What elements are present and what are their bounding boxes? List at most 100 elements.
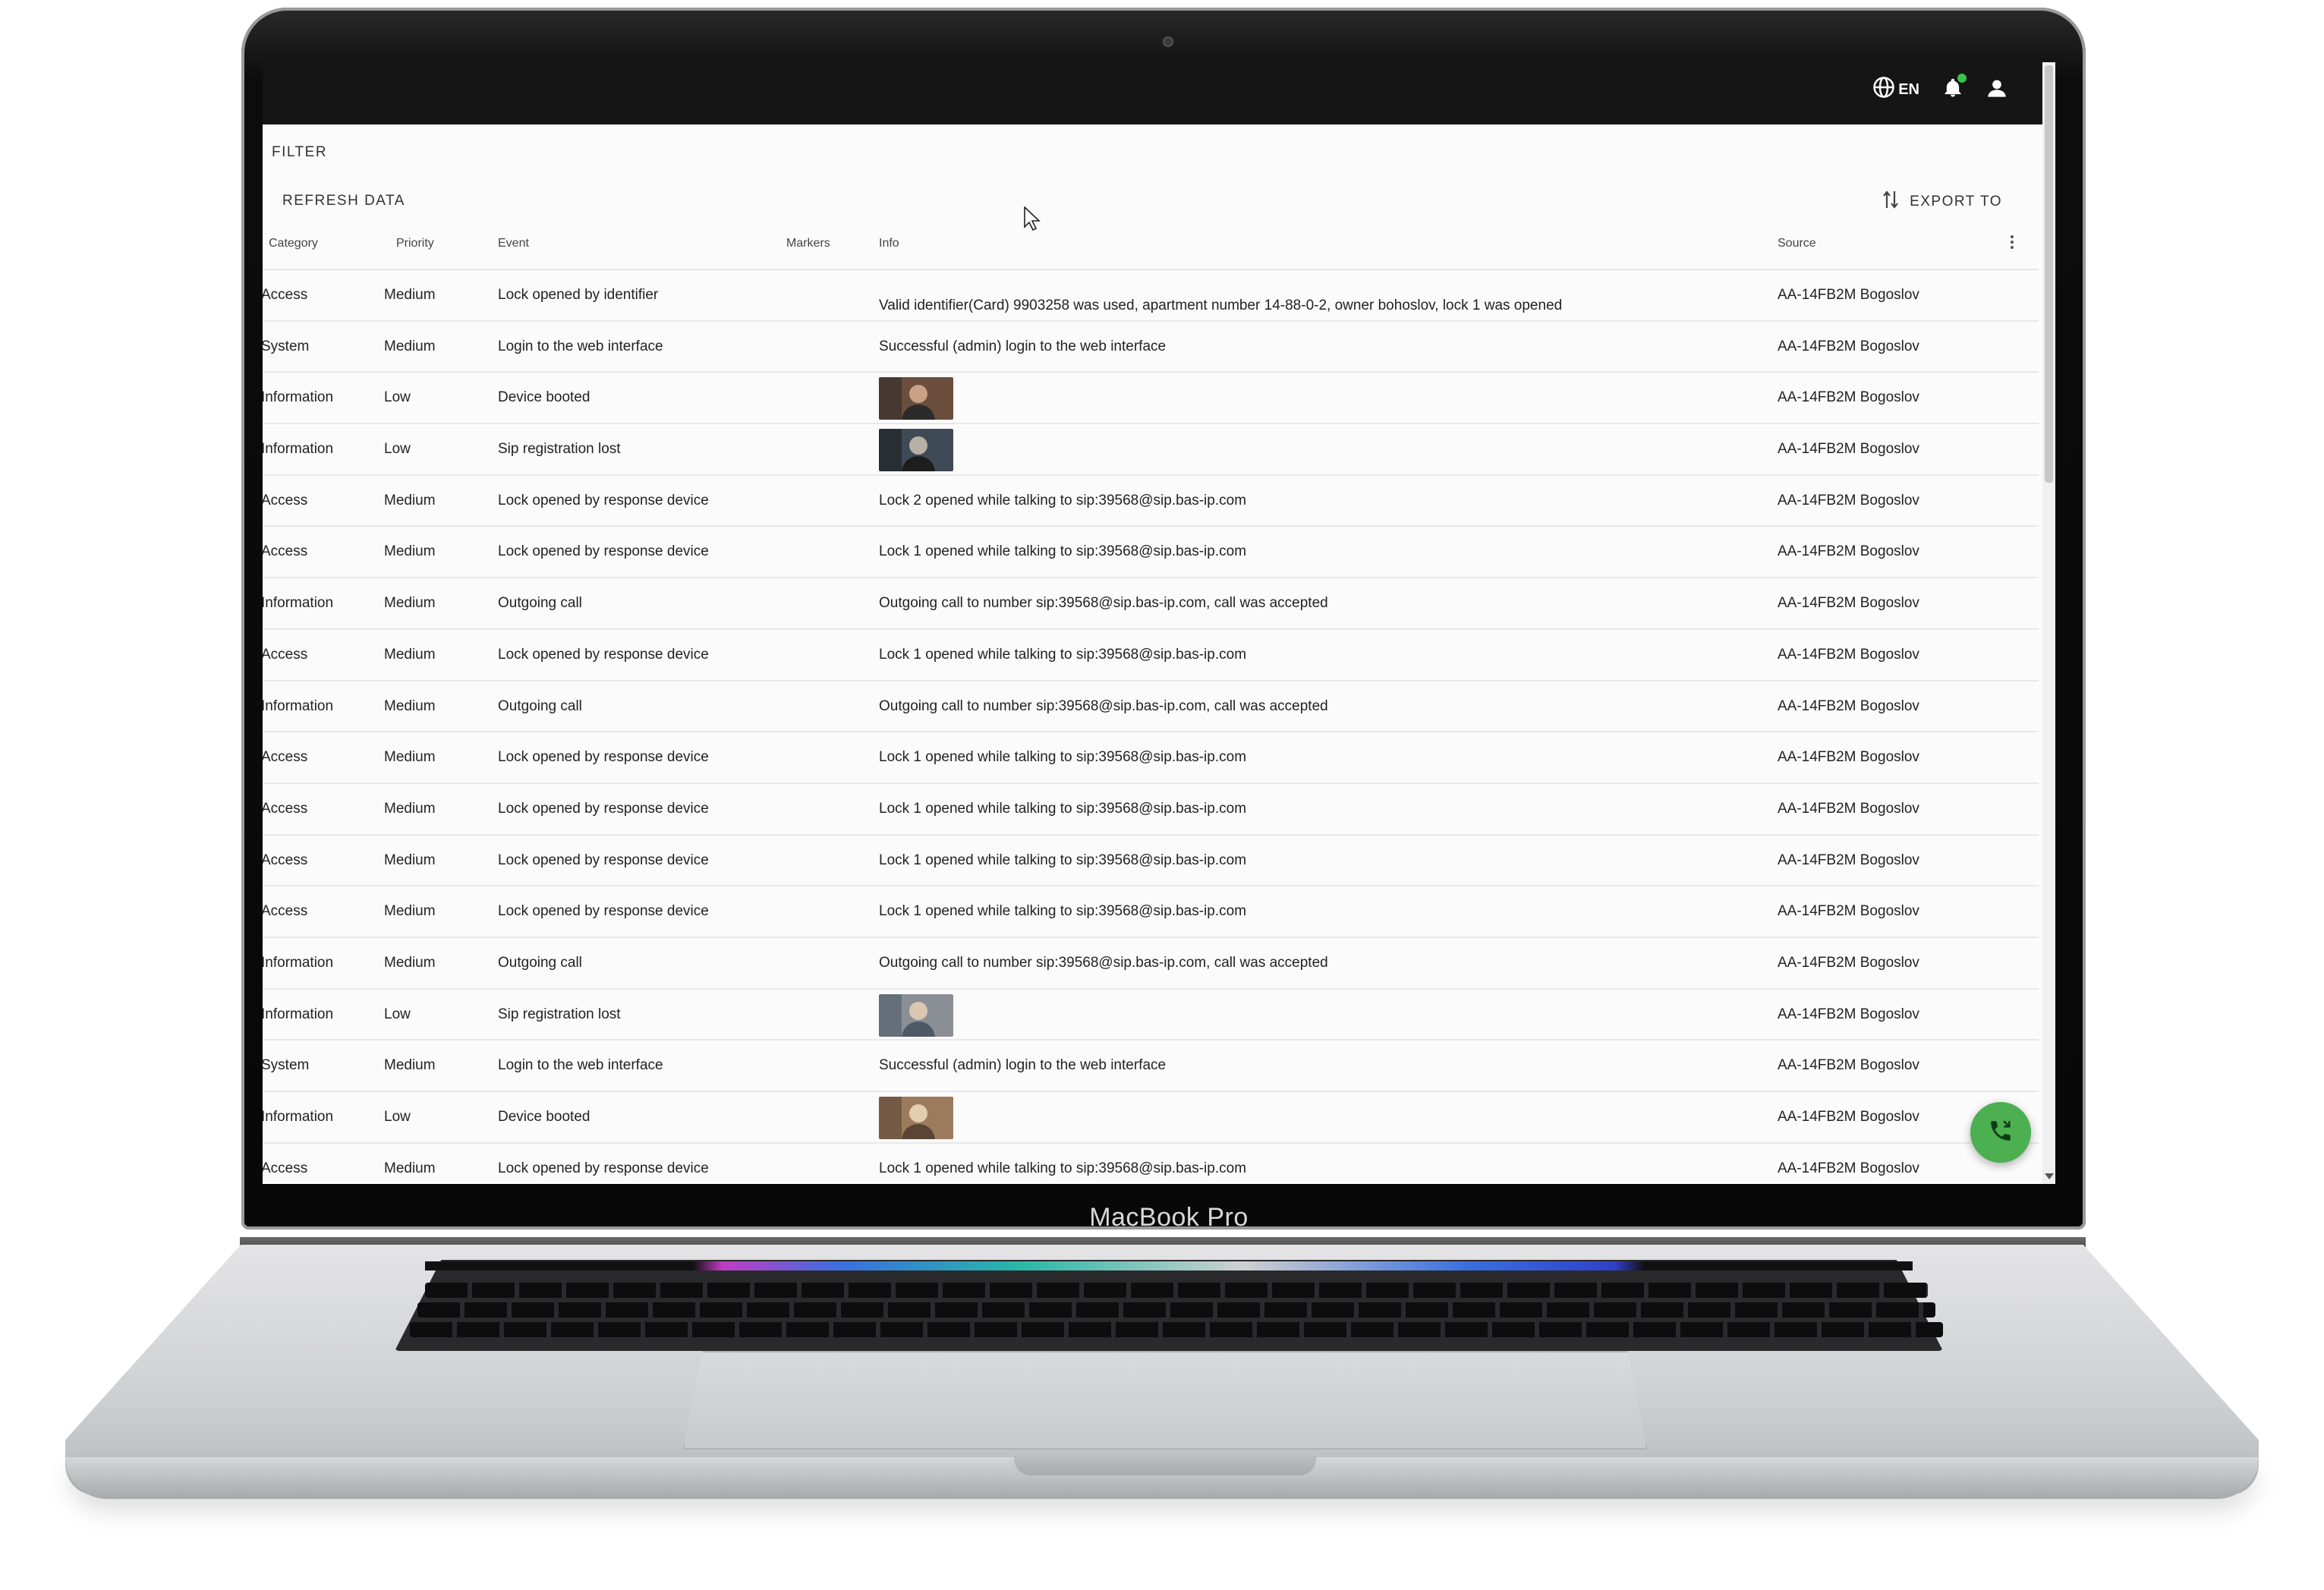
column-header-priority[interactable]: Priority	[396, 237, 434, 250]
cell-source: AA-14FB2M Bogoslov	[1778, 1109, 1919, 1125]
cell-source: AA-14FB2M Bogoslov	[1778, 595, 1919, 612]
webcam	[1163, 36, 1173, 47]
column-header-category[interactable]: Category	[269, 237, 318, 250]
cell-priority: Medium	[384, 697, 436, 714]
scroll-down-arrow-icon[interactable]	[2045, 1173, 2054, 1179]
cell-source: AA-14FB2M Bogoslov	[1778, 697, 1919, 714]
column-header-event[interactable]: Event	[498, 237, 529, 250]
cell-info: Lock 1 opened while talking to sip:39568…	[879, 852, 1247, 868]
table-row[interactable]: Information Low Sip registration lost AA-14…	[263, 424, 2039, 476]
export-label: EXPORT TO	[1910, 194, 2002, 209]
cell-info: Lock 1 opened while talking to sip:39568…	[879, 800, 1247, 817]
snapshot-thumbnail[interactable]	[879, 429, 953, 472]
table-row[interactable]: System Medium Login to the web interface Su…	[263, 1041, 2039, 1092]
cell-category: Access	[263, 1160, 308, 1176]
cell-event: Outgoing call	[498, 954, 582, 971]
cell-source: AA-14FB2M Bogoslov	[1778, 1006, 1919, 1022]
table-body: Access Medium Lock opened by identifier Val…	[263, 270, 2039, 1184]
table-row[interactable]: Access Medium Lock opened by response devi…	[263, 732, 2039, 784]
table-row[interactable]: Access Medium Lock opened by identifier Val…	[263, 270, 2039, 322]
cell-source: AA-14FB2M Bogoslov	[1778, 389, 1919, 406]
cell-source: AA-14FB2M Bogoslov	[1778, 954, 1919, 971]
table-row[interactable]: Information Low Sip registration lost AA-14…	[263, 990, 2039, 1041]
cell-priority: Medium	[384, 1160, 436, 1176]
table-row[interactable]: Information Medium Outgoing call Outgoing c…	[263, 938, 2039, 990]
phone-call-icon	[1988, 1118, 2014, 1148]
table-row[interactable]: Access Medium Lock opened by response devi…	[263, 527, 2039, 579]
cell-priority: Medium	[384, 749, 436, 766]
more-vert-icon[interactable]	[2011, 235, 2014, 249]
table-row[interactable]: Access Medium Lock opened by response devi…	[263, 1144, 2039, 1184]
key-row	[410, 1322, 1943, 1337]
cell-event: Lock opened by response device	[498, 903, 709, 920]
cell-info: Lock 1 opened while talking to sip:39568…	[879, 543, 1247, 560]
cell-event: Lock opened by response device	[498, 749, 709, 766]
cell-category: Information	[263, 441, 334, 458]
cell-category: Information	[263, 389, 334, 406]
cell-priority: Medium	[384, 646, 436, 663]
cell-event: Login to the web interface	[498, 338, 663, 354]
cell-category: Access	[263, 287, 308, 303]
table-row[interactable]: Access Medium Lock opened by response devi…	[263, 836, 2039, 887]
refresh-data-button[interactable]: REFRESH DATA	[282, 193, 405, 209]
cell-category: Access	[263, 492, 308, 508]
cell-source: AA-14FB2M Bogoslov	[1778, 1057, 1919, 1074]
cell-event: Sip registration lost	[498, 1006, 621, 1022]
vertical-scrollbar[interactable]	[2042, 62, 2055, 1184]
cell-source: AA-14FB2M Bogoslov	[1778, 287, 1919, 303]
cell-category: Access	[263, 800, 308, 817]
cell-priority: Medium	[384, 1057, 436, 1074]
table-row[interactable]: Information Medium Outgoing call Outgoing c…	[263, 682, 2039, 733]
table-row[interactable]: Information Low Device booted AA-14FB2M Bog…	[263, 373, 2039, 425]
table-row[interactable]: Access Medium Lock opened by response devi…	[263, 630, 2039, 682]
snapshot-thumbnail[interactable]	[879, 1097, 953, 1139]
cell-category: Access	[263, 543, 308, 560]
cell-event: Lock opened by response device	[498, 492, 709, 508]
table-row[interactable]: Information Low Device booted AA-14FB2M Bog…	[263, 1092, 2039, 1144]
table-row[interactable]: Access Medium Lock opened by response devi…	[263, 476, 2039, 527]
key-row	[417, 1302, 1935, 1318]
cell-priority: Medium	[384, 492, 436, 508]
language-selector[interactable]: EN	[1872, 76, 1919, 103]
cell-event: Login to the web interface	[498, 1057, 663, 1074]
lid-notch	[1014, 1456, 1316, 1475]
snapshot-thumbnail[interactable]	[879, 993, 953, 1037]
table-row[interactable]: Access Medium Lock opened by response devi…	[263, 886, 2039, 938]
cell-source: AA-14FB2M Bogoslov	[1778, 800, 1919, 817]
cell-info: Valid identifier(Card) 9903258 was used,…	[879, 298, 1563, 313]
column-header-info[interactable]: Info	[879, 237, 899, 250]
cell-info: Outgoing call to number sip:39568@sip.ba…	[879, 595, 1328, 612]
column-header-markers[interactable]: Markers	[786, 237, 830, 250]
cell-info: Lock 1 opened while talking to sip:39568…	[879, 1160, 1247, 1176]
column-header-source[interactable]: Source	[1778, 237, 1816, 250]
cell-priority: Medium	[384, 338, 436, 354]
cell-source: AA-14FB2M Bogoslov	[1778, 749, 1919, 766]
cell-priority: Low	[384, 1006, 411, 1022]
cell-source: AA-14FB2M Bogoslov	[1778, 441, 1919, 458]
cell-category: Information	[263, 954, 334, 971]
call-button[interactable]	[1970, 1102, 2031, 1163]
cell-info: Successful (admin) login to the web inte…	[879, 338, 1167, 354]
table-row[interactable]: Information Medium Outgoing call Outgoing c…	[263, 578, 2039, 630]
cell-priority: Medium	[384, 287, 436, 303]
cell-priority: Medium	[384, 595, 436, 612]
notification-badge	[1957, 73, 1967, 83]
cell-event: Lock opened by response device	[498, 852, 709, 868]
export-button[interactable]: EXPORT TO	[1882, 190, 2002, 214]
scrollbar-thumb[interactable]	[2045, 65, 2053, 483]
cell-category: Access	[263, 903, 308, 920]
events-table: Category Priority Event Markers Info Sou…	[263, 222, 2039, 1184]
snapshot-thumbnail[interactable]	[879, 377, 953, 420]
cell-event: Lock opened by identifier	[498, 287, 659, 303]
cell-source: AA-14FB2M Bogoslov	[1778, 903, 1919, 920]
table-row[interactable]: Access Medium Lock opened by response devi…	[263, 784, 2039, 836]
cell-category: Information	[263, 1006, 334, 1022]
table-row[interactable]: System Medium Login to the web interface Su…	[263, 322, 2039, 373]
cell-priority: Low	[384, 1109, 411, 1125]
filter-button[interactable]: FILTER	[272, 144, 327, 161]
cell-category: System	[263, 338, 310, 354]
cell-event: Lock opened by response device	[498, 543, 709, 560]
user-icon[interactable]	[1986, 77, 2008, 102]
notifications-button[interactable]	[1942, 73, 1967, 103]
cell-info: Lock 1 opened while talking to sip:39568…	[879, 903, 1247, 920]
